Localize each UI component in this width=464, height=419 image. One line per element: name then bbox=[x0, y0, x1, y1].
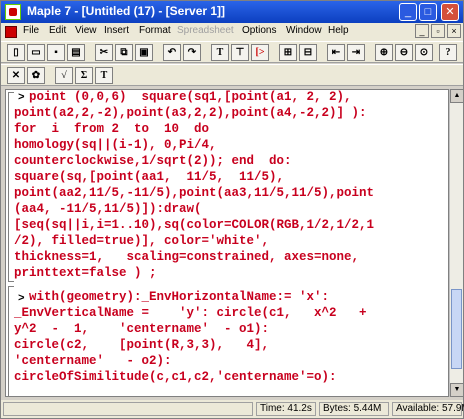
vertical-scrollbar[interactable]: ▲ ▼ bbox=[449, 89, 464, 397]
worksheet[interactable]: > > point (0,0,6) square(sq1,[point(a1, … bbox=[5, 89, 449, 397]
menu-spreadsheet[interactable]: Spreadsheet bbox=[177, 25, 234, 36]
code-line[interactable]: thickness=1, scaling=constrained, axes=n… bbox=[14, 250, 359, 266]
code-line[interactable]: y^2 - 1, 'centername' - o1): bbox=[14, 322, 269, 338]
paste-icon[interactable]: ▣ bbox=[135, 44, 153, 61]
code-line[interactable]: (aa4, -11/5,11/5)]):draw( bbox=[14, 202, 202, 218]
doc-minimize-button[interactable]: _ bbox=[415, 24, 429, 38]
code-line[interactable]: homology(sq||(i-1), 0,Pi/4, bbox=[14, 138, 217, 154]
scroll-up-arrow-icon[interactable]: ▲ bbox=[450, 89, 464, 103]
document-system-icon[interactable] bbox=[5, 26, 17, 38]
math-mode-icon[interactable]: Σ bbox=[75, 67, 93, 84]
restart-kernel-icon[interactable]: ✕ bbox=[7, 67, 25, 84]
menu-insert[interactable]: Insert bbox=[104, 25, 129, 36]
window-title: Maple 7 - [Untitled (17) - [Server 1]] bbox=[27, 4, 226, 18]
print-icon[interactable]: ▤ bbox=[67, 44, 85, 61]
code-line[interactable]: _EnvVerticalName = 'y': circle(c1, x^2 + bbox=[14, 306, 367, 322]
zoom-out-icon[interactable]: ⊖ bbox=[395, 44, 413, 61]
menu-file[interactable]: File bbox=[23, 25, 39, 36]
status-message bbox=[3, 402, 253, 416]
expression-icon[interactable]: √ bbox=[55, 67, 73, 84]
minimize-button[interactable]: _ bbox=[399, 3, 417, 21]
code-line[interactable]: counterclockwise,1/sqrt(2)); end do: bbox=[14, 154, 292, 170]
menu-format[interactable]: Format bbox=[139, 25, 171, 36]
menu-options[interactable]: Options bbox=[242, 25, 276, 36]
code-line[interactable]: point (0,0,6) square(sq1,[point(a1, 2, 2… bbox=[14, 90, 352, 106]
code-line[interactable]: printtext=false ) ; bbox=[14, 266, 157, 282]
text-region-icon[interactable]: ⊤ bbox=[231, 44, 249, 61]
code-line[interactable]: /2), filled=true)], color='white', bbox=[14, 234, 269, 250]
copy-icon[interactable]: ⧉ bbox=[115, 44, 133, 61]
menu-bar: File Edit View Insert Format Spreadsheet… bbox=[1, 23, 463, 41]
context-toolbar: ✕ ✿ √ Σ T bbox=[1, 64, 463, 86]
new-file-icon[interactable]: ▯ bbox=[7, 44, 25, 61]
status-bar: Time: 41.2s Bytes: 5.44M Available: 57.9… bbox=[1, 400, 464, 418]
code-line[interactable]: [seq(sq||i,i=1..10),sq(color=COLOR(RGB,1… bbox=[14, 218, 374, 234]
menu-view[interactable]: View bbox=[75, 25, 97, 36]
doc-close-button[interactable]: × bbox=[447, 24, 461, 38]
zoom-fit-icon[interactable]: ⊙ bbox=[415, 44, 433, 61]
menu-edit[interactable]: Edit bbox=[49, 25, 66, 36]
maple-app-icon bbox=[5, 4, 21, 20]
indent-left-icon[interactable]: ⇤ bbox=[327, 44, 345, 61]
code-line[interactable]: circleOfSimilitude(c,c1,c2,'centername'=… bbox=[14, 370, 337, 386]
code-line[interactable]: 'centername' - o2): bbox=[14, 354, 172, 370]
main-toolbar: ▯ ▭ ▪ ▤ ✂ ⧉ ▣ ↶ ↷ T ⊤ [> ⊞ ⊟ ⇤ ⇥ ⊕ ⊖ ⊙ ? bbox=[1, 41, 463, 63]
maple-input-icon[interactable]: [> bbox=[251, 44, 269, 61]
subsection-icon[interactable]: ⊟ bbox=[299, 44, 317, 61]
execute-icon[interactable]: ✿ bbox=[27, 67, 45, 84]
status-available: Available: 57.9M bbox=[392, 402, 464, 416]
help-icon[interactable]: ? bbox=[439, 44, 457, 61]
code-line[interactable]: circle(c2, [point(R,3,3), 4], bbox=[14, 338, 269, 354]
menu-window[interactable]: Window bbox=[286, 25, 322, 36]
text-mode-icon[interactable]: T bbox=[211, 44, 229, 61]
open-file-icon[interactable]: ▭ bbox=[27, 44, 45, 61]
code-line[interactable]: point(aa2,11/5,-11/5),point(aa3,11/5,11/… bbox=[14, 186, 374, 202]
cut-icon[interactable]: ✂ bbox=[95, 44, 113, 61]
scroll-down-arrow-icon[interactable]: ▼ bbox=[450, 383, 464, 397]
doc-restore-button[interactable]: ▫ bbox=[431, 24, 445, 38]
undo-icon[interactable]: ↶ bbox=[163, 44, 181, 61]
code-line[interactable]: square(sq,[point(aa1, 11/5, 11/5), bbox=[14, 170, 284, 186]
redo-icon[interactable]: ↷ bbox=[183, 44, 201, 61]
status-time: Time: 41.2s bbox=[256, 402, 316, 416]
menu-help[interactable]: Help bbox=[328, 25, 349, 36]
close-button[interactable]: ✕ bbox=[441, 3, 459, 21]
text-toggle-icon[interactable]: T bbox=[95, 67, 113, 84]
zoom-in-icon[interactable]: ⊕ bbox=[375, 44, 393, 61]
maximize-button[interactable]: □ bbox=[419, 3, 437, 21]
scroll-thumb[interactable] bbox=[451, 289, 462, 369]
code-line[interactable]: with(geometry):_EnvHorizontalName:= 'x': bbox=[14, 290, 329, 306]
code-line[interactable]: for i from 2 to 10 do bbox=[14, 122, 209, 138]
code-line[interactable]: point(a2,2,-2),point(a3,2,2),point(a4,-2… bbox=[14, 106, 367, 122]
indent-right-icon[interactable]: ⇥ bbox=[347, 44, 365, 61]
section-icon[interactable]: ⊞ bbox=[279, 44, 297, 61]
maple-window: Maple 7 - [Untitled (17) - [Server 1]] _… bbox=[0, 0, 464, 419]
save-icon[interactable]: ▪ bbox=[47, 44, 65, 61]
title-bar[interactable]: Maple 7 - [Untitled (17) - [Server 1]] _… bbox=[1, 1, 463, 23]
status-bytes: Bytes: 5.44M bbox=[319, 402, 389, 416]
